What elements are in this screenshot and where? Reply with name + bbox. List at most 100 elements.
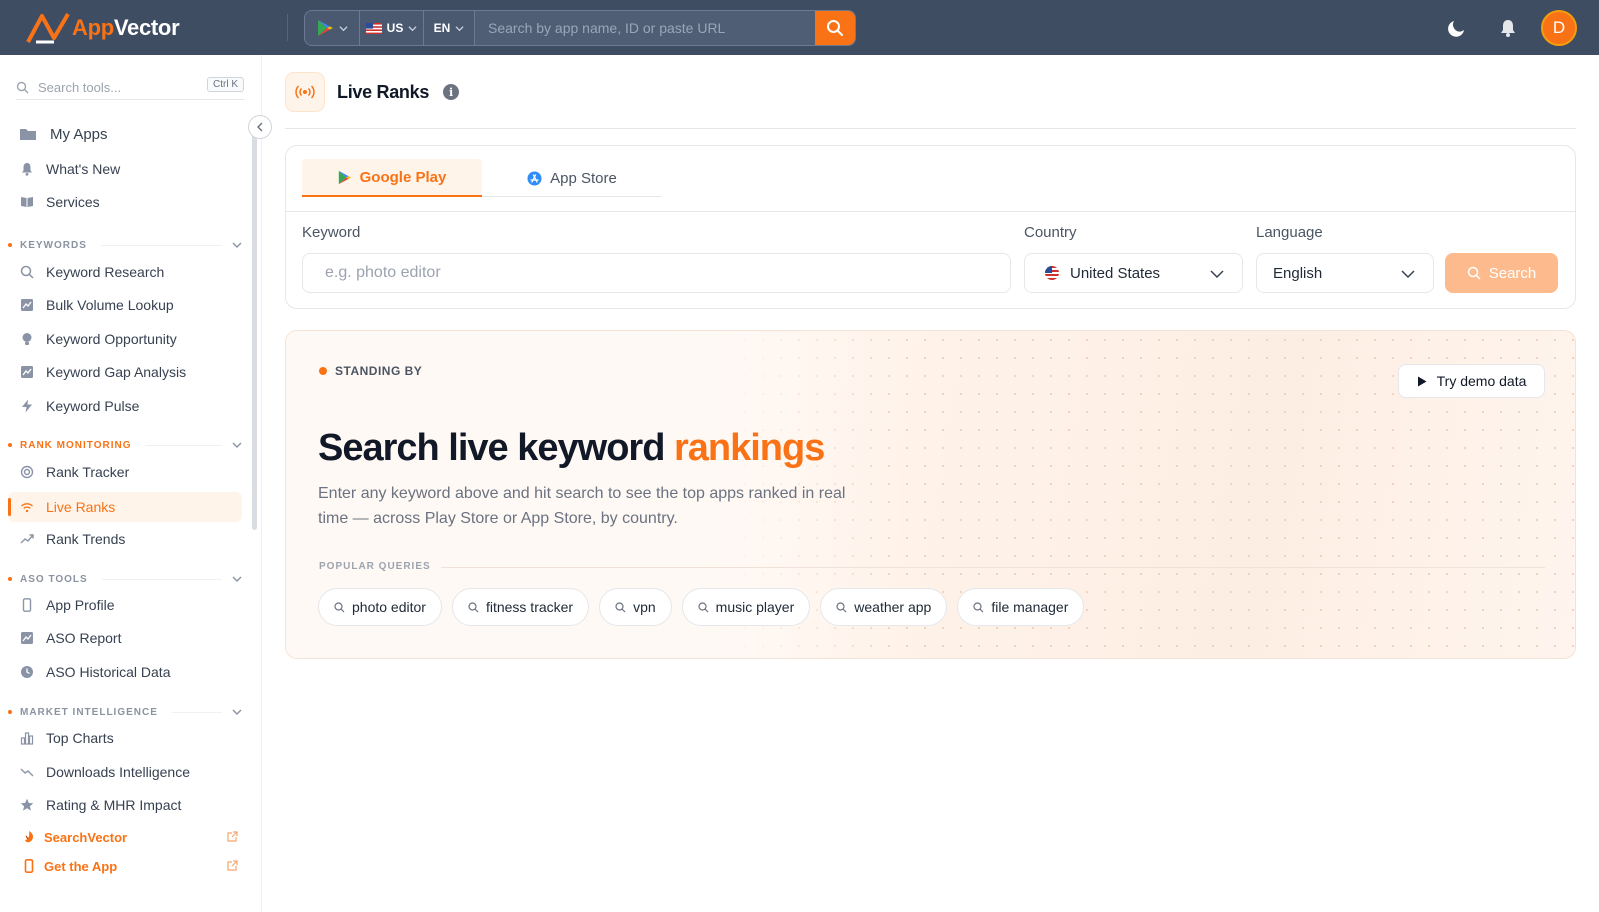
search-icon — [836, 601, 847, 612]
search-icon — [16, 81, 29, 94]
section-dot — [8, 243, 12, 247]
sidebar-item-app-profile[interactable]: App Profile — [8, 590, 242, 620]
tab-google-play[interactable]: Google Play — [302, 159, 482, 197]
sidebar-collapse-button[interactable] — [248, 115, 272, 139]
search-button[interactable]: Search — [1445, 253, 1558, 293]
header-divider — [285, 128, 1576, 129]
chevron-left-icon — [257, 122, 263, 132]
global-search-bar: US EN — [304, 10, 856, 46]
sidebar-item-keyword-gap-analysis[interactable]: Keyword Gap Analysis — [8, 357, 242, 387]
sidebar-item-downloads-intelligence[interactable]: Downloads Intelligence — [8, 757, 242, 787]
tool-search[interactable]: Search tools... Ctrl K — [16, 76, 244, 100]
country-label: Country — [1024, 224, 1077, 241]
sidebar-item-aso-report[interactable]: ASO Report — [8, 623, 242, 653]
chevron-down-icon — [338, 25, 348, 31]
footer-link-searchvector[interactable]: SearchVector — [8, 825, 242, 849]
user-avatar[interactable]: D — [1541, 10, 1577, 46]
sidebar-item-keyword-research[interactable]: Keyword Research — [8, 257, 242, 287]
clock-icon — [21, 666, 33, 678]
search-icon — [20, 265, 34, 279]
search-form-card: Google Play App Store Keyword Country Un… — [285, 145, 1576, 309]
country-selector[interactable]: US — [360, 11, 424, 45]
hero-description: Enter any keyword above and hit search t… — [318, 485, 846, 527]
sidebar-item-aso-historical-data[interactable]: ASO Historical Data — [8, 657, 242, 687]
section-header-keywords[interactable]: KEYWORDS — [8, 237, 242, 253]
country-select[interactable]: United States — [1024, 253, 1243, 293]
section-dot — [8, 577, 12, 581]
language-label: Language — [1256, 224, 1323, 241]
page-header: Live Ranks i — [285, 72, 460, 112]
footer-link-get-the-app[interactable]: Get the App — [8, 854, 242, 878]
hero-title: Search live keyword rankings — [318, 427, 825, 469]
sidebar-item-rank-tracker[interactable]: Rank Tracker — [8, 457, 242, 487]
sidebar-item-keyword-opportunity[interactable]: Keyword Opportunity — [8, 324, 242, 354]
sidebar-item-my-apps[interactable]: My Apps — [8, 119, 242, 149]
language-selector[interactable]: EN — [424, 11, 475, 45]
sidebar-scrollbar[interactable] — [252, 130, 257, 530]
keyboard-shortcut-badge: Ctrl K — [207, 77, 244, 92]
play-icon — [1417, 376, 1427, 386]
bell-icon[interactable] — [1499, 18, 1517, 38]
store-selector[interactable] — [305, 11, 360, 45]
chevron-down-icon — [232, 576, 242, 582]
chevron-down-icon — [232, 442, 242, 448]
section-dot — [8, 710, 12, 714]
sidebar-item-services[interactable]: Services — [8, 187, 242, 217]
chevron-down-icon — [232, 709, 242, 715]
us-flag-icon — [365, 22, 382, 34]
logo-mark-icon — [26, 12, 70, 44]
folder-icon — [20, 129, 36, 140]
language-select[interactable]: English — [1256, 253, 1434, 293]
lightbulb-icon — [22, 333, 32, 345]
section-header-market-intelligence[interactable]: MARKET INTELLIGENCE — [8, 704, 242, 720]
google-play-icon — [338, 170, 351, 184]
logo[interactable]: AppVector — [24, 11, 180, 45]
chart-square-icon — [21, 299, 33, 311]
top-bar: AppVector US EN Search by app name, ID o… — [0, 0, 1599, 55]
search-icon — [1467, 266, 1481, 280]
query-chip-file-manager[interactable]: file manager — [957, 588, 1085, 626]
section-header-rank-monitoring[interactable]: RANK MONITORING — [8, 437, 242, 453]
wifi-signal-icon — [21, 503, 33, 513]
chevron-down-icon — [1210, 270, 1224, 279]
sidebar-item-bulk-volume-lookup[interactable]: Bulk Volume Lookup — [8, 290, 242, 320]
query-chip-fitness-tracker[interactable]: fitness tracker — [451, 588, 590, 626]
query-chip-music-player[interactable]: music player — [681, 588, 811, 626]
sidebar-item-rank-trends[interactable]: Rank Trends — [8, 524, 242, 554]
target-icon — [20, 465, 34, 479]
searchvector-logo-icon — [25, 831, 33, 843]
sidebar-item-top-charts[interactable]: Top Charts — [8, 723, 242, 753]
section-header-aso-tools[interactable]: ASO TOOLS — [8, 571, 242, 587]
tool-search-placeholder: Search tools... — [38, 80, 122, 95]
status-dot — [319, 367, 327, 375]
sidebar-item-live-ranks[interactable]: Live Ranks — [8, 492, 242, 522]
moon-icon[interactable] — [1447, 18, 1467, 38]
bar-chart-icon — [20, 732, 34, 745]
global-search-input[interactable] — [475, 11, 815, 45]
search-icon — [973, 601, 984, 612]
keyword-input[interactable] — [302, 253, 1011, 293]
tab-app-store[interactable]: App Store — [482, 159, 662, 197]
global-search-button[interactable] — [815, 11, 855, 45]
country-code: US — [386, 21, 404, 35]
country-value: United States — [1070, 264, 1161, 282]
query-chip-photo-editor[interactable]: photo editor — [318, 588, 442, 626]
broadcast-icon — [285, 72, 325, 112]
sidebar-item-whats-new[interactable]: What's New — [8, 154, 242, 184]
sidebar-item-keyword-pulse[interactable]: Keyword Pulse — [8, 391, 242, 421]
phone-icon — [24, 859, 34, 873]
sidebar-item-rating-mhr-impact[interactable]: Rating & MHR Impact — [8, 790, 242, 820]
language-code: EN — [433, 21, 451, 35]
query-chip-weather-app[interactable]: weather app — [820, 588, 948, 626]
info-icon[interactable]: i — [443, 84, 460, 100]
search-icon — [615, 601, 626, 612]
trending-down-icon — [20, 768, 34, 777]
logo-text: AppVector — [72, 15, 180, 40]
popular-queries: photo editor fitness tracker vpn music p… — [318, 588, 1085, 626]
query-chip-vpn[interactable]: vpn — [599, 588, 672, 626]
sidebar: Search tools... Ctrl K My Apps What's Ne… — [0, 55, 262, 912]
bell-icon — [22, 163, 32, 176]
lightning-icon — [22, 399, 32, 413]
try-demo-button[interactable]: Try demo data — [1398, 364, 1545, 398]
us-flag-icon — [1045, 266, 1059, 280]
